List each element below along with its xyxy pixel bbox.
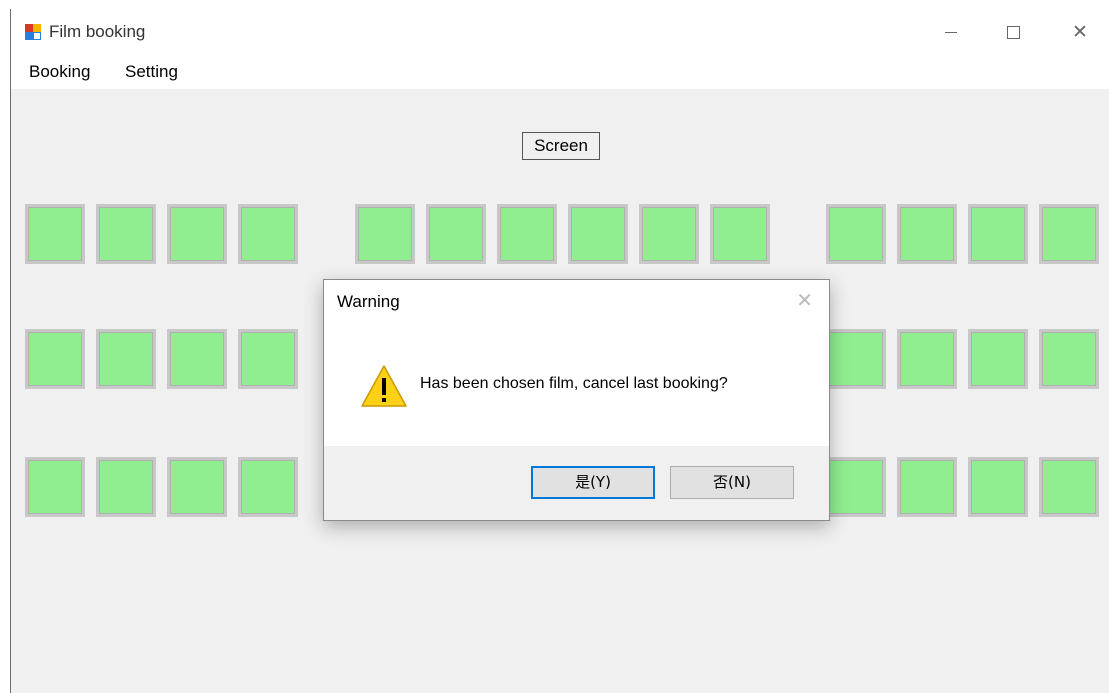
seat-button[interactable] xyxy=(897,329,957,389)
seat-button[interactable] xyxy=(96,457,156,517)
minimize-icon xyxy=(945,31,957,33)
seat-button[interactable] xyxy=(826,457,886,517)
close-button[interactable]: ✕ xyxy=(1050,9,1109,55)
dialog-close-icon[interactable]: ✕ xyxy=(796,288,813,312)
seat-button[interactable] xyxy=(968,204,1028,264)
seat-button[interactable] xyxy=(167,204,227,264)
dialog-message: Has been chosen film, cancel last bookin… xyxy=(420,375,728,392)
seat-button[interactable] xyxy=(710,204,770,264)
dialog-footer: 是(Y) 否(N) xyxy=(324,446,829,520)
menu-bar: Booking Setting xyxy=(11,55,1109,89)
seat-button[interactable] xyxy=(826,204,886,264)
maximize-button[interactable] xyxy=(983,9,1043,55)
window-title: Film booking xyxy=(49,22,146,41)
seat-button[interactable] xyxy=(25,204,85,264)
seat-button[interactable] xyxy=(25,457,85,517)
seat-button[interactable] xyxy=(167,457,227,517)
seat-button[interactable] xyxy=(25,329,85,389)
maximize-icon xyxy=(1006,25,1020,39)
seat-button[interactable] xyxy=(238,204,298,264)
title-bar: Film booking ✕ xyxy=(11,9,1109,55)
seat-button[interactable] xyxy=(426,204,486,264)
seat-button[interactable] xyxy=(238,329,298,389)
app-icon xyxy=(25,24,41,40)
menu-setting[interactable]: Setting xyxy=(125,62,178,82)
yes-button[interactable]: 是(Y) xyxy=(531,466,655,499)
seat-button[interactable] xyxy=(1039,457,1099,517)
menu-booking[interactable]: Booking xyxy=(29,62,90,82)
seat-button[interactable] xyxy=(968,329,1028,389)
warning-icon xyxy=(361,365,407,407)
seat-button[interactable] xyxy=(167,329,227,389)
seat-button[interactable] xyxy=(897,457,957,517)
screen-label: Screen xyxy=(522,132,600,160)
seat-button[interactable] xyxy=(897,204,957,264)
seat-button[interactable] xyxy=(826,329,886,389)
seat-button[interactable] xyxy=(1039,204,1099,264)
minimize-button[interactable] xyxy=(921,9,981,55)
seat-button[interactable] xyxy=(639,204,699,264)
dialog-title: Warning xyxy=(337,292,400,311)
seat-button[interactable] xyxy=(968,457,1028,517)
warning-dialog: Warning ✕ Has been chosen film, cancel l… xyxy=(323,279,830,521)
seat-button[interactable] xyxy=(96,329,156,389)
no-button[interactable]: 否(N) xyxy=(670,466,794,499)
close-icon: ✕ xyxy=(1072,21,1088,43)
seat-button[interactable] xyxy=(355,204,415,264)
seat-button[interactable] xyxy=(568,204,628,264)
seat-button[interactable] xyxy=(1039,329,1099,389)
seat-button[interactable] xyxy=(96,204,156,264)
seat-button[interactable] xyxy=(238,457,298,517)
seat-button[interactable] xyxy=(497,204,557,264)
